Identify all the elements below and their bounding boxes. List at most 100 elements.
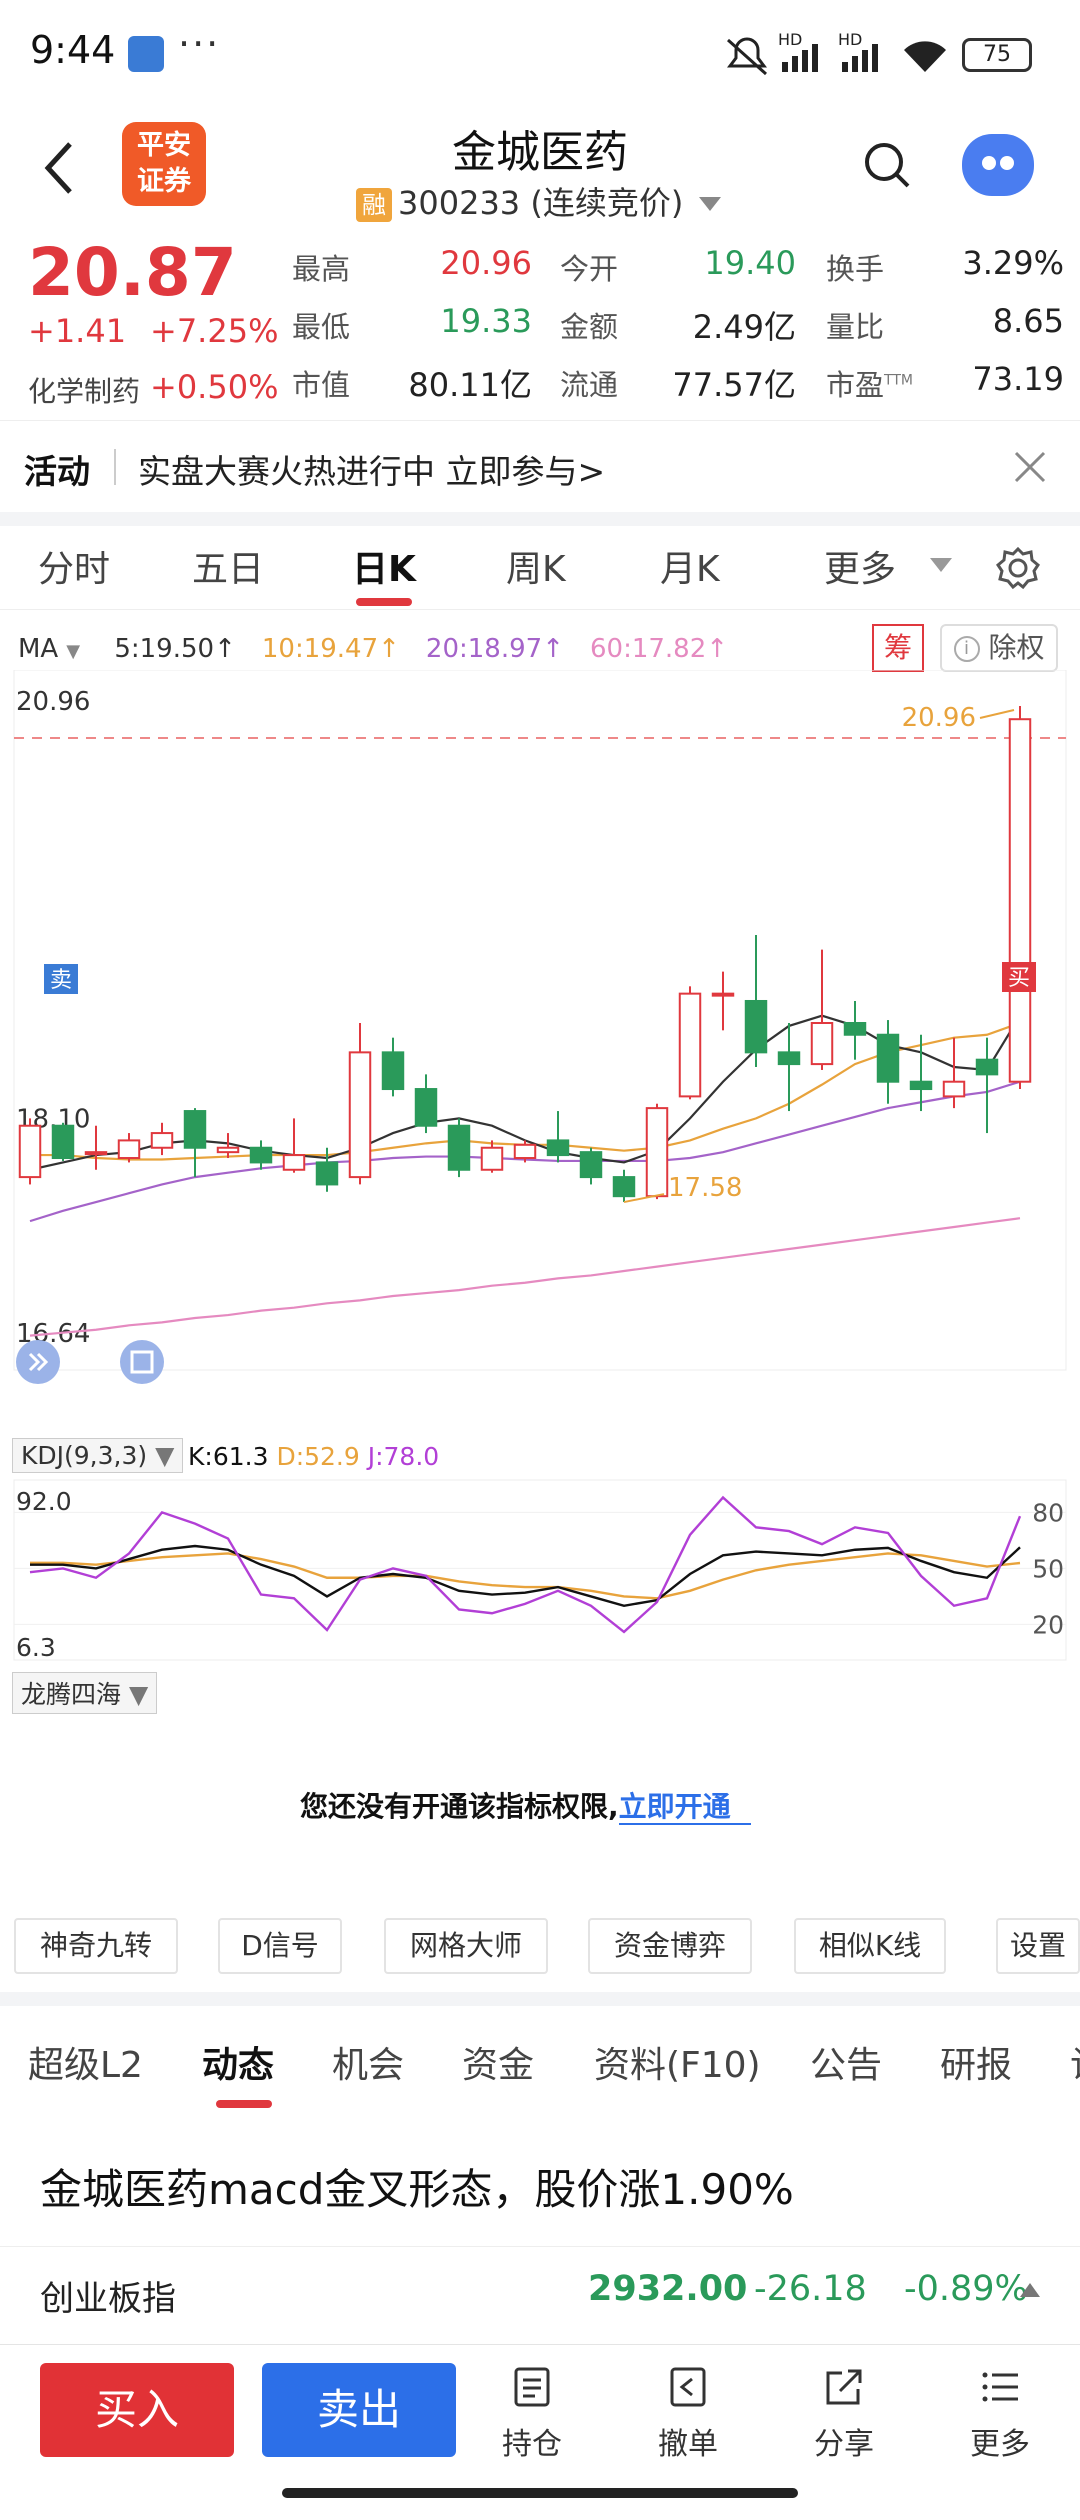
home-indicator bbox=[282, 2488, 798, 2498]
indicator-btn-settings[interactable]: 设置 bbox=[996, 1918, 1080, 1974]
mute-icon bbox=[726, 37, 768, 76]
candle bbox=[579, 1147, 603, 1185]
ai-assistant-icon[interactable] bbox=[962, 134, 1034, 196]
permission-notice-text: 您还没有开通该指标权限, bbox=[300, 1790, 619, 1823]
secondary-indicator-label: 龙腾四海 bbox=[21, 1680, 122, 1709]
ma10-line bbox=[30, 1021, 1021, 1161]
share-button[interactable]: 分享 bbox=[794, 2365, 894, 2463]
last-price: 20.87 bbox=[28, 234, 237, 311]
candle bbox=[777, 1023, 801, 1112]
candle bbox=[678, 986, 702, 1100]
high-marker-label: 20.96 bbox=[902, 703, 976, 733]
broker-logo-line2: 证券 bbox=[137, 166, 191, 197]
tab-capital[interactable]: 资金 bbox=[462, 2036, 534, 2088]
more-button[interactable]: 更多 bbox=[950, 2365, 1050, 2463]
ex-rights-button[interactable]: i 除权 bbox=[940, 624, 1058, 672]
kdj-chart[interactable]: 80 50 20 92.0 6.3 bbox=[0, 1440, 1080, 1670]
kdj-y-max-label: 92.0 bbox=[16, 1487, 72, 1516]
sector-change-pct: +0.50% bbox=[150, 368, 279, 406]
index-ticker[interactable]: 创业板指 2932.00 -26.18 -0.89% bbox=[0, 2246, 1080, 2346]
app-notification-icon bbox=[128, 36, 164, 72]
quote-field-label: 流通 bbox=[560, 368, 619, 402]
tab-more[interactable]: 更多 bbox=[824, 540, 896, 592]
tab-five-day[interactable]: 五日 bbox=[192, 540, 264, 592]
indicator-btn-d-signal[interactable]: D信号 bbox=[218, 1918, 342, 1974]
section-divider bbox=[0, 1992, 1080, 2006]
index-value: 2932.00 bbox=[588, 2269, 748, 2309]
tab-super-l2[interactable]: 超级L2 bbox=[28, 2036, 143, 2088]
candle bbox=[249, 1140, 273, 1170]
tab-daily-k[interactable]: 日K bbox=[352, 540, 416, 592]
quote-field-label: 最低 bbox=[292, 310, 351, 344]
quote-field-value: 8.65 bbox=[992, 302, 1064, 340]
info-tabs: 超级L2 动态 机会 资金 资料(F10) 公告 研报 诊 bbox=[0, 2006, 1080, 2110]
battery-indicator: 75 bbox=[962, 38, 1032, 72]
candle bbox=[546, 1111, 570, 1163]
kdj-right-tick: 80 bbox=[1032, 1498, 1064, 1527]
candlestick-chart[interactable]: 20.9618.1016.642025/07/282025/09/0820.96… bbox=[0, 670, 1080, 1400]
quote-field-label: 市盈TTM bbox=[826, 368, 913, 402]
chip-distribution-button[interactable]: 筹 bbox=[872, 624, 924, 672]
indicator-btn-capital-game[interactable]: 资金博弈 bbox=[588, 1918, 752, 1974]
quote-field-value: 20.96 bbox=[440, 244, 532, 282]
kdj-frame bbox=[13, 1479, 1067, 1661]
quote-field-value: 19.40 bbox=[704, 244, 796, 282]
quote-field-value: 77.57亿 bbox=[672, 366, 796, 404]
position-button[interactable]: 持仓 bbox=[482, 2365, 582, 2463]
stock-code-selector[interactable]: 融 300233 (连续竞价) bbox=[356, 178, 722, 224]
news-headline[interactable]: 金城医药macd金叉形态，股价涨1.90% bbox=[40, 2156, 794, 2217]
sell-signal-flag: 卖 bbox=[44, 964, 78, 994]
indicator-btn-grid-master[interactable]: 网格大师 bbox=[384, 1918, 548, 1974]
tab-announcements[interactable]: 公告 bbox=[810, 2036, 882, 2088]
ma-legend[interactable]: MA ▼ 5:19.50↑ 10:19.47↑ 20:18.97↑ 60:17.82↑ bbox=[18, 634, 744, 664]
caret-up-icon[interactable] bbox=[1020, 2283, 1040, 2297]
tab-weekly-k[interactable]: 周K bbox=[506, 540, 566, 592]
tab-intraday[interactable]: 分时 bbox=[38, 540, 110, 592]
activity-text[interactable]: 实盘大赛火热进行中 立即参与> bbox=[138, 445, 605, 493]
ma-label: MA bbox=[18, 634, 59, 664]
gear-icon[interactable] bbox=[996, 546, 1040, 590]
tab-f10[interactable]: 资料(F10) bbox=[594, 2036, 761, 2088]
section-divider bbox=[0, 512, 1080, 526]
secondary-indicator-selector[interactable]: 龙腾四海 ▼ bbox=[12, 1672, 158, 1714]
more-icon bbox=[982, 2372, 1018, 2402]
tab-opportunity[interactable]: 机会 bbox=[332, 2036, 404, 2088]
y-axis-top-label: 20.96 bbox=[16, 687, 90, 717]
tab-dynamics[interactable]: 动态 bbox=[202, 2036, 274, 2088]
activate-indicator-link[interactable]: 立即开通 bbox=[618, 1790, 751, 1825]
back-arrow-icon[interactable] bbox=[40, 138, 80, 198]
candle bbox=[612, 1169, 636, 1203]
activity-banner[interactable]: 活动 实盘大赛火热进行中 立即参与> bbox=[0, 420, 1080, 512]
sell-button[interactable]: 卖出 bbox=[262, 2363, 456, 2457]
quote-field-value: 19.33 bbox=[440, 302, 532, 340]
status-more-dots: ··· bbox=[178, 22, 221, 66]
candle bbox=[183, 1108, 207, 1178]
candle bbox=[1008, 706, 1032, 1090]
position-icon bbox=[514, 2367, 550, 2407]
broker-logo-line1: 平安 bbox=[137, 130, 191, 161]
ma-values: 5:19.50↑ 10:19.47↑ 20:18.97↑ 60:17.82↑ bbox=[96, 634, 736, 664]
quote-field-label: 最高 bbox=[292, 252, 351, 286]
period-tabs: 分时 五日 日K 周K 月K 更多 bbox=[0, 526, 1080, 610]
ma-value-1: 10:19.47↑ bbox=[261, 634, 400, 664]
close-icon[interactable] bbox=[1012, 449, 1048, 485]
indicator-btn-similar-k[interactable]: 相似K线 bbox=[794, 1918, 946, 1974]
search-icon[interactable] bbox=[862, 140, 912, 190]
ma-value-3: 60:17.82↑ bbox=[589, 634, 729, 664]
tab-monthly-k[interactable]: 月K bbox=[660, 540, 720, 592]
buy-button[interactable]: 买入 bbox=[40, 2363, 234, 2457]
cancel-order-label: 撤单 bbox=[658, 2427, 718, 2462]
expand-left-icon bbox=[16, 1340, 60, 1384]
sector-name[interactable]: 化学制药 bbox=[28, 370, 140, 410]
indicator-btn-nine-turn[interactable]: 神奇九转 bbox=[14, 1918, 178, 1974]
tab-diagnosis[interactable]: 诊 bbox=[1070, 2036, 1080, 2088]
price-change: +1.41 bbox=[28, 312, 127, 350]
tab-research[interactable]: 研报 bbox=[940, 2036, 1012, 2088]
cancel-order-button[interactable]: 撤单 bbox=[638, 2365, 738, 2463]
candle bbox=[843, 1000, 867, 1060]
active-tab-indicator bbox=[216, 2100, 272, 2108]
kdj-right-tick: 50 bbox=[1032, 1554, 1064, 1583]
candle bbox=[810, 949, 834, 1070]
candle bbox=[414, 1074, 438, 1134]
broker-logo: 平安 证券 bbox=[122, 122, 206, 206]
